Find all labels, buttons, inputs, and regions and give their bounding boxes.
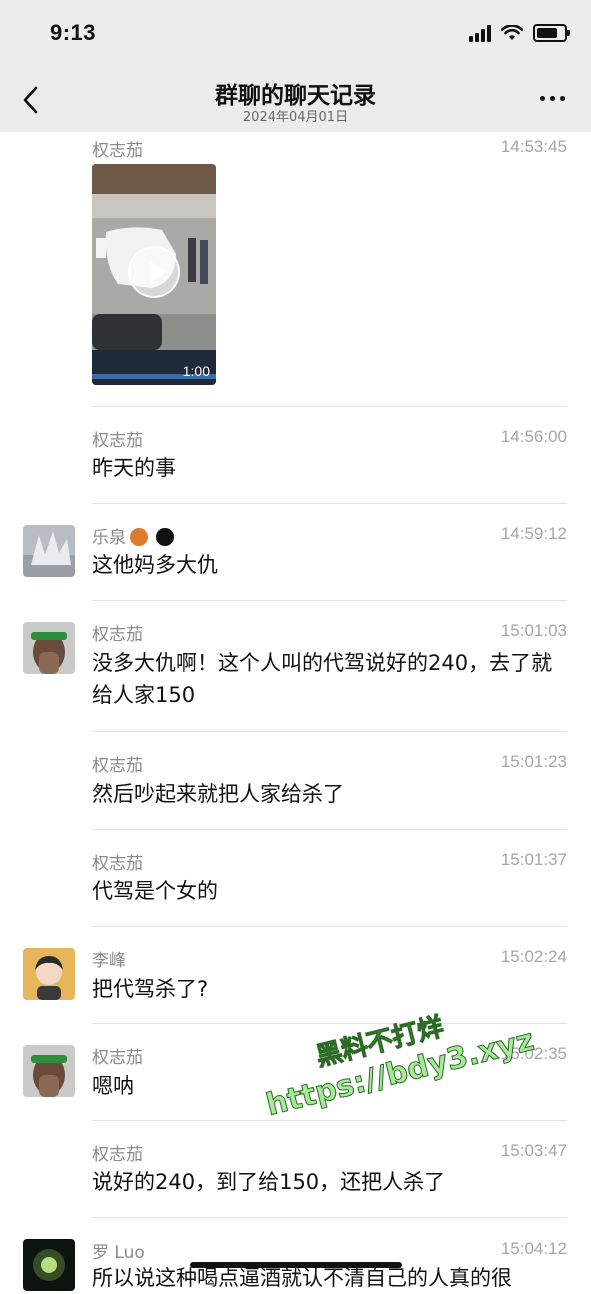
divider — [92, 1120, 567, 1121]
divider — [92, 503, 567, 504]
divider — [92, 829, 567, 830]
play-icon[interactable] — [128, 246, 180, 298]
divider — [92, 1023, 567, 1024]
message-time: 15:02:24 — [500, 947, 567, 966]
basketball-icon — [130, 528, 148, 546]
divider — [92, 926, 567, 927]
page-title: 群聊的聊天记录 — [215, 83, 376, 109]
sender-name-text: 乐泉 — [92, 528, 126, 548]
avatar[interactable] — [23, 622, 75, 674]
status-time: 9:13 — [50, 20, 97, 45]
page-date: 2024年04月01日 — [242, 110, 349, 125]
message-time: 14:56:00 — [500, 427, 567, 446]
battery-icon — [533, 24, 570, 42]
divider — [92, 406, 567, 407]
sender-name: 权志茄 — [92, 1145, 143, 1165]
sender-name: 李峰 — [92, 951, 126, 971]
sender-name: 权志茄 — [92, 1048, 143, 1068]
8-ball-icon — [156, 528, 174, 546]
top-bar: 9:13 群聊的聊天记录 2024年04月01日 — [0, 0, 591, 132]
divider — [92, 1217, 567, 1218]
video-duration: 1:00 — [182, 363, 210, 379]
avatar[interactable] — [23, 1239, 75, 1291]
message-text: 没多大仇啊！这个人叫的代驾说好的240，去了就给人家150 — [92, 651, 553, 707]
home-indicator[interactable] — [190, 1262, 402, 1268]
sender-name: 权志茄 — [92, 625, 143, 645]
message-time: 15:04:12 — [500, 1239, 567, 1258]
message-time: 14:59:12 — [500, 524, 567, 543]
message-time: 15:01:37 — [500, 850, 567, 869]
message-time: 15:01:23 — [500, 752, 567, 771]
sender-name: 乐泉 — [92, 523, 174, 548]
wifi-icon — [501, 25, 523, 40]
sender-name: 罗 Luo — [92, 1243, 145, 1263]
sender-name: 权志茄 — [92, 431, 143, 451]
avatar[interactable] — [23, 1045, 75, 1097]
message-time: 15:03:47 — [500, 1141, 567, 1160]
message-text: 然后吵起来就把人家给杀了 — [92, 782, 344, 806]
divider — [92, 731, 567, 732]
message-text: 代驾是个女的 — [92, 879, 218, 903]
status-icons — [469, 24, 570, 42]
sender-name: 权志茄 — [92, 854, 143, 874]
message-text: 这他妈多大仇 — [92, 553, 218, 577]
avatar[interactable] — [23, 525, 75, 577]
message-time: 14:53:45 — [500, 137, 567, 156]
signal-icon — [469, 24, 491, 42]
message-text: 昨天的事 — [92, 456, 176, 480]
message-text: 把代驾杀了? — [92, 977, 209, 1001]
avatar[interactable] — [23, 948, 75, 1000]
divider — [92, 600, 567, 601]
message-text: 说好的240，到了给150，还把人杀了 — [92, 1170, 446, 1194]
more-button[interactable] — [540, 96, 565, 101]
message-time: 15:01:03 — [500, 621, 567, 640]
sender-name: 权志茄 — [92, 756, 143, 776]
video-thumbnail[interactable]: 1:00 — [92, 164, 216, 385]
sender-name: 权志茄 — [92, 141, 143, 161]
